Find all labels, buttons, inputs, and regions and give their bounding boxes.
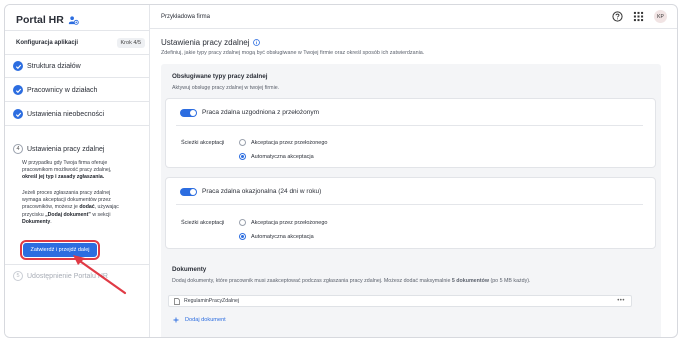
types-subtitle: Aktywuj obsługę pracy zdalnej w twojej f… [172, 85, 280, 91]
radio-circle [239, 219, 246, 226]
add-document-button[interactable]: Dodaj dokument [173, 317, 226, 323]
step-share-portal: 5 Udostępnienie Portalu HR [5, 265, 149, 287]
help-icon[interactable] [612, 11, 623, 22]
users-settings-icon [68, 15, 79, 25]
step-structure[interactable]: Struktura działów [5, 55, 149, 78]
main-content: Ustawienia pracy zdalnej Zdefiniuj, jaki… [150, 29, 677, 337]
paths-label: Ścieżki akceptacji [181, 220, 225, 226]
types-title: Obsługiwane typy pracy zdalnej [172, 73, 268, 80]
occasional-remote-toggle[interactable] [180, 188, 197, 196]
step-label: Pracownicy w działach [27, 86, 98, 94]
step-absences[interactable]: Ustawienia nieobecności [5, 103, 149, 126]
step-label: Struktura działów [27, 62, 81, 70]
company-name: Przykładowa firma [161, 13, 211, 20]
info-icon[interactable] [252, 39, 260, 46]
step-label: Ustawienia nieobecności [27, 110, 105, 118]
check-circle-icon [13, 109, 23, 119]
document-name: RegulaminPracyZdalnej [184, 298, 240, 304]
step-label: Ustawienia pracy zdalnej [27, 145, 105, 153]
radio-manager-approval[interactable]: Akceptacja przez przełożonego [239, 219, 327, 226]
page-title: Ustawienia pracy zdalnej [161, 38, 260, 47]
more-options-icon[interactable]: ••• [617, 298, 625, 304]
file-icon [174, 297, 180, 305]
check-circle-icon [13, 61, 23, 71]
toggle-label: Praca zdalna okazjonalna (24 dni w roku) [202, 188, 322, 195]
confirm-next-button[interactable]: Zatwierdź i przejdź dalej [20, 240, 100, 260]
page-subtitle: Zdefiniuj, jakie typy pracy zdalnej mogą… [161, 50, 425, 56]
app-title: Portal HR [16, 14, 64, 26]
config-title: Konfiguracja aplikacji [16, 40, 79, 46]
step-number: 5 [13, 271, 23, 281]
apps-grid-icon[interactable] [633, 11, 644, 22]
document-row[interactable]: RegulaminPracyZdalnej ••• [168, 295, 632, 307]
paths-label: Ścieżki akceptacji [181, 140, 225, 146]
remote-type-card: Praca zdalna uzgodniona z przełożonym Śc… [165, 98, 656, 168]
step-header: 4 Ustawienia pracy zdalnej [13, 144, 104, 154]
brand: Portal HR [16, 14, 79, 26]
plus-icon [173, 317, 179, 323]
divider [176, 204, 643, 205]
radio-manager-approval[interactable]: Akceptacja przez przełożonego [239, 139, 327, 146]
top-actions: KP [612, 10, 667, 23]
step-number: 4 [13, 144, 23, 154]
avatar[interactable]: KP [654, 10, 667, 23]
step-description-1: W przypadku gdy Twoja firma oferuje prac… [22, 160, 112, 181]
check-circle-icon [13, 85, 23, 95]
radio-auto-approval[interactable]: Automatyczna akceptacja [239, 153, 314, 160]
step-badge: Krok 4/5 [116, 38, 145, 48]
radio-circle-selected [239, 153, 246, 160]
agreed-remote-toggle[interactable] [180, 109, 197, 117]
divider [5, 30, 149, 31]
setup-sidebar: Portal HR Konfiguracja aplikacji Krok 4/… [5, 5, 150, 337]
documents-subtitle: Dodaj dokumenty, które pracownik musi za… [172, 278, 531, 284]
step-employees[interactable]: Pracownicy w działach [5, 79, 149, 102]
top-bar: Przykładowa firma KP [150, 5, 677, 29]
radio-circle-selected [239, 233, 246, 240]
radio-circle [239, 139, 246, 146]
remote-type-card: Praca zdalna okazjonalna (24 dni w roku)… [165, 177, 656, 249]
step-label: Udostępnienie Portalu HR [27, 272, 108, 280]
documents-title: Dokumenty [172, 266, 207, 273]
radio-auto-approval[interactable]: Automatyczna akceptacja [239, 233, 314, 240]
app-window: Portal HR Konfiguracja aplikacji Krok 4/… [4, 4, 678, 338]
settings-panel: Obsługiwane typy pracy zdalnej Aktywuj o… [161, 64, 661, 337]
step-description-2: Jeżeli proces zgłaszania pracy zdalnej w… [22, 190, 119, 225]
toggle-label: Praca zdalna uzgodniona z przełożonym [202, 109, 320, 116]
config-header: Konfiguracja aplikacji Krok 4/5 [16, 38, 145, 48]
divider [176, 125, 643, 126]
